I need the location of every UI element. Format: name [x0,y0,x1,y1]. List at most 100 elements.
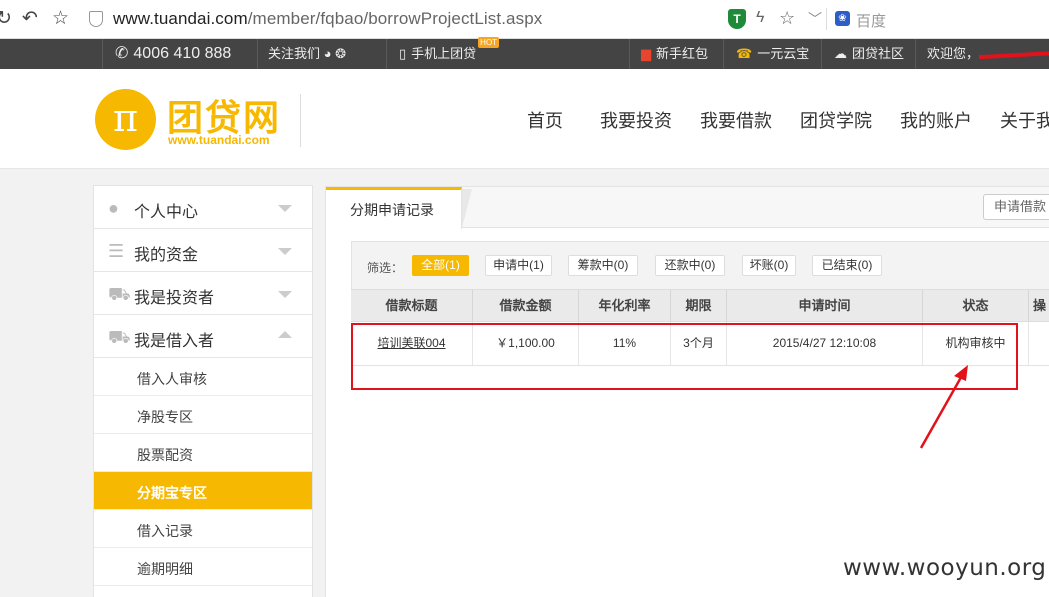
hot-badge: HOT [478,37,500,48]
search-engine-box[interactable]: 百度 [856,10,886,31]
sidebar-item-label: 净股专区 [137,409,193,425]
url-host: www.tuandai.com [113,9,248,28]
site-header: π 团贷网 www.tuandai.com 首页 我要投资 我要借款 团贷学院 … [0,69,1049,169]
community-label: 团贷社区 [852,46,905,61]
filter-label: 筛选： [367,261,404,275]
mobile-app-link[interactable]: ▯ 手机上团贷 HOT [399,37,500,69]
filter-bad-debt[interactable]: 坏账(0) [742,255,796,276]
tab-notch [462,189,472,228]
address-bar[interactable]: www.tuandai.com/member/fqbao/borrowProje… [113,9,542,29]
main-panel: 分期申请记录 申请借款 筛选： 全部(1) 申请中(1) 筹款中(0) 还款中(… [325,186,1049,597]
sidebar-section-label: 我的资金 [134,247,199,264]
welcome-label: 欢迎您， [927,46,980,61]
extension-shield-icon[interactable]: T [728,9,746,29]
column-header: 状态 [923,290,1029,321]
filter-all[interactable]: 全部(1) [412,255,469,276]
forward-icon[interactable]: ↻ [0,9,12,29]
chevron-up-icon [278,331,292,338]
sidebar-item-label: 分期宝专区 [137,485,207,501]
chat-bubble-icon: ☁ [834,46,847,61]
filter-closed[interactable]: 已结束(0) [812,255,882,276]
baidu-paw-icon[interactable]: ❀ [835,11,850,26]
table-header: 借款标题 借款金额 年化利率 期限 申请时间 状态 操 [351,289,1049,322]
security-shield-icon[interactable] [89,11,103,27]
favorite-star-icon[interactable]: ☆ [779,8,795,29]
topbar-divider [386,39,387,69]
sidebar-item-borrower-review[interactable]: 借入人审核 [94,358,312,396]
site-topbar: ✆ 4006 410 888 关注我们 ◕ ❂ ▯ 手机上团贷 HOT ▆ 新手红包 ☎… [0,37,1049,69]
chevron-down-icon [278,205,292,212]
browser-toolbar: ↻ ↶ ☆ www.tuandai.com/member/fqbao/borro… [0,0,1049,39]
mobile-phone-icon: ▯ [399,46,407,61]
sidebar-item-label: 逾期明细 [137,561,193,577]
follow-us-link[interactable]: 关注我们 ◕ ❂ [268,39,346,69]
sidebar-section-borrower[interactable]: ⛟ 我是借入者 [94,315,312,358]
column-header: 借款金额 [473,290,579,321]
sidebar-item-label: 股票配资 [137,447,193,463]
cell-action [1029,322,1049,365]
community-link[interactable]: ☁ 团贷社区 [834,39,904,69]
sidebar-section-investor[interactable]: ⛟ 我是投资者 [94,272,312,315]
logo-pi-icon[interactable]: π [95,89,156,150]
column-header: 借款标题 [351,290,473,321]
nav-borrow[interactable]: 我要借款 [700,107,772,133]
sidebar-item-installment-zone[interactable]: 分期宝专区 [94,472,312,510]
sidebar-item-label: 借入人审核 [137,371,207,387]
watermark: www.wooyun.org [843,555,1047,581]
red-packet-link[interactable]: ▆ 新手红包 [641,39,708,69]
chevron-down-icon [278,291,292,298]
wechat-icon[interactable]: ❂ [335,46,346,61]
red-packet-label: 新手红包 [656,46,709,61]
phone-icon: ✆ [115,45,129,62]
sidebar-section-funds[interactable]: ☰ 我的资金 [94,229,312,272]
nav-account[interactable]: 我的账户 [900,107,972,133]
cart-icon: ⛟ [108,327,131,347]
nav-about[interactable]: 关于我 [1000,107,1049,133]
topbar-divider [915,39,916,69]
yuan-bao-label: 一元云宝 [757,46,810,61]
sidebar-section-label: 我是投资者 [134,290,215,307]
filter-repaying[interactable]: 还款中(0) [655,255,725,276]
topbar-divider [723,39,724,69]
chevron-down-icon [278,248,292,255]
chevron-down-icon[interactable]: ﹀ [808,9,822,29]
topbar-divider [821,39,822,69]
sidebar-item-stock-margin[interactable]: 股票配资 [94,434,312,472]
nav-home[interactable]: 首页 [527,107,563,133]
sidebar-item-label: 借入记录 [137,523,193,539]
logo-url: www.tuandai.com [168,133,270,147]
sidebar-section-label: 个人中心 [134,204,199,221]
back-icon[interactable]: ↶ [22,9,38,29]
column-header: 年化利率 [579,290,671,321]
topbar-divider [257,39,258,69]
annotation-highlight-box [351,323,1018,390]
gift-icon: ▆ [641,46,651,61]
nav-academy[interactable]: 团贷学院 [800,107,872,133]
lightning-icon[interactable]: ϟ [756,9,764,27]
bookmark-star-icon[interactable]: ☆ [52,9,69,29]
topbar-divider [102,39,103,69]
follow-us-label: 关注我们 [268,46,321,61]
welcome-text: 欢迎您， [927,39,1049,69]
filter-fundraising[interactable]: 筹款中(0) [568,255,638,276]
yuan-bao-link[interactable]: ☎ 一元云宝 [736,39,809,69]
topbar-divider [629,39,630,69]
sidebar-section-personal[interactable]: ● 个人中心 [94,186,312,229]
weibo-icon[interactable]: ◕ [324,46,332,61]
filter-applying[interactable]: 申请中(1) [485,255,552,276]
nav-invest[interactable]: 我要投资 [600,107,672,133]
column-header: 操 [1032,298,1046,313]
apply-loan-button[interactable]: 申请借款 [983,194,1049,220]
sidebar-item-overdue-details[interactable]: 逾期明细 [94,548,312,586]
sidebar-item-equity-zone[interactable]: 净股专区 [94,396,312,434]
sidebar-item-borrow-records[interactable]: 借入记录 [94,510,312,548]
coins-icon: ☰ [108,241,125,261]
mobile-label-wrap: 手机上团贷 HOT [411,37,500,61]
url-path: /member/fqbao/borrowProjectList.aspx [247,9,543,28]
member-sidebar: ● 个人中心 ☰ 我的资金 ⛟ 我是投资者 ⛟ 我是借入者 借入人审核 净股专区… [93,185,313,597]
user-icon: ● [108,198,119,218]
logo-divider [300,94,301,147]
tab-installment-records[interactable]: 分期申请记录 [326,187,462,229]
redacted-username [978,50,1049,59]
cart-icon: ⛟ [108,284,131,304]
